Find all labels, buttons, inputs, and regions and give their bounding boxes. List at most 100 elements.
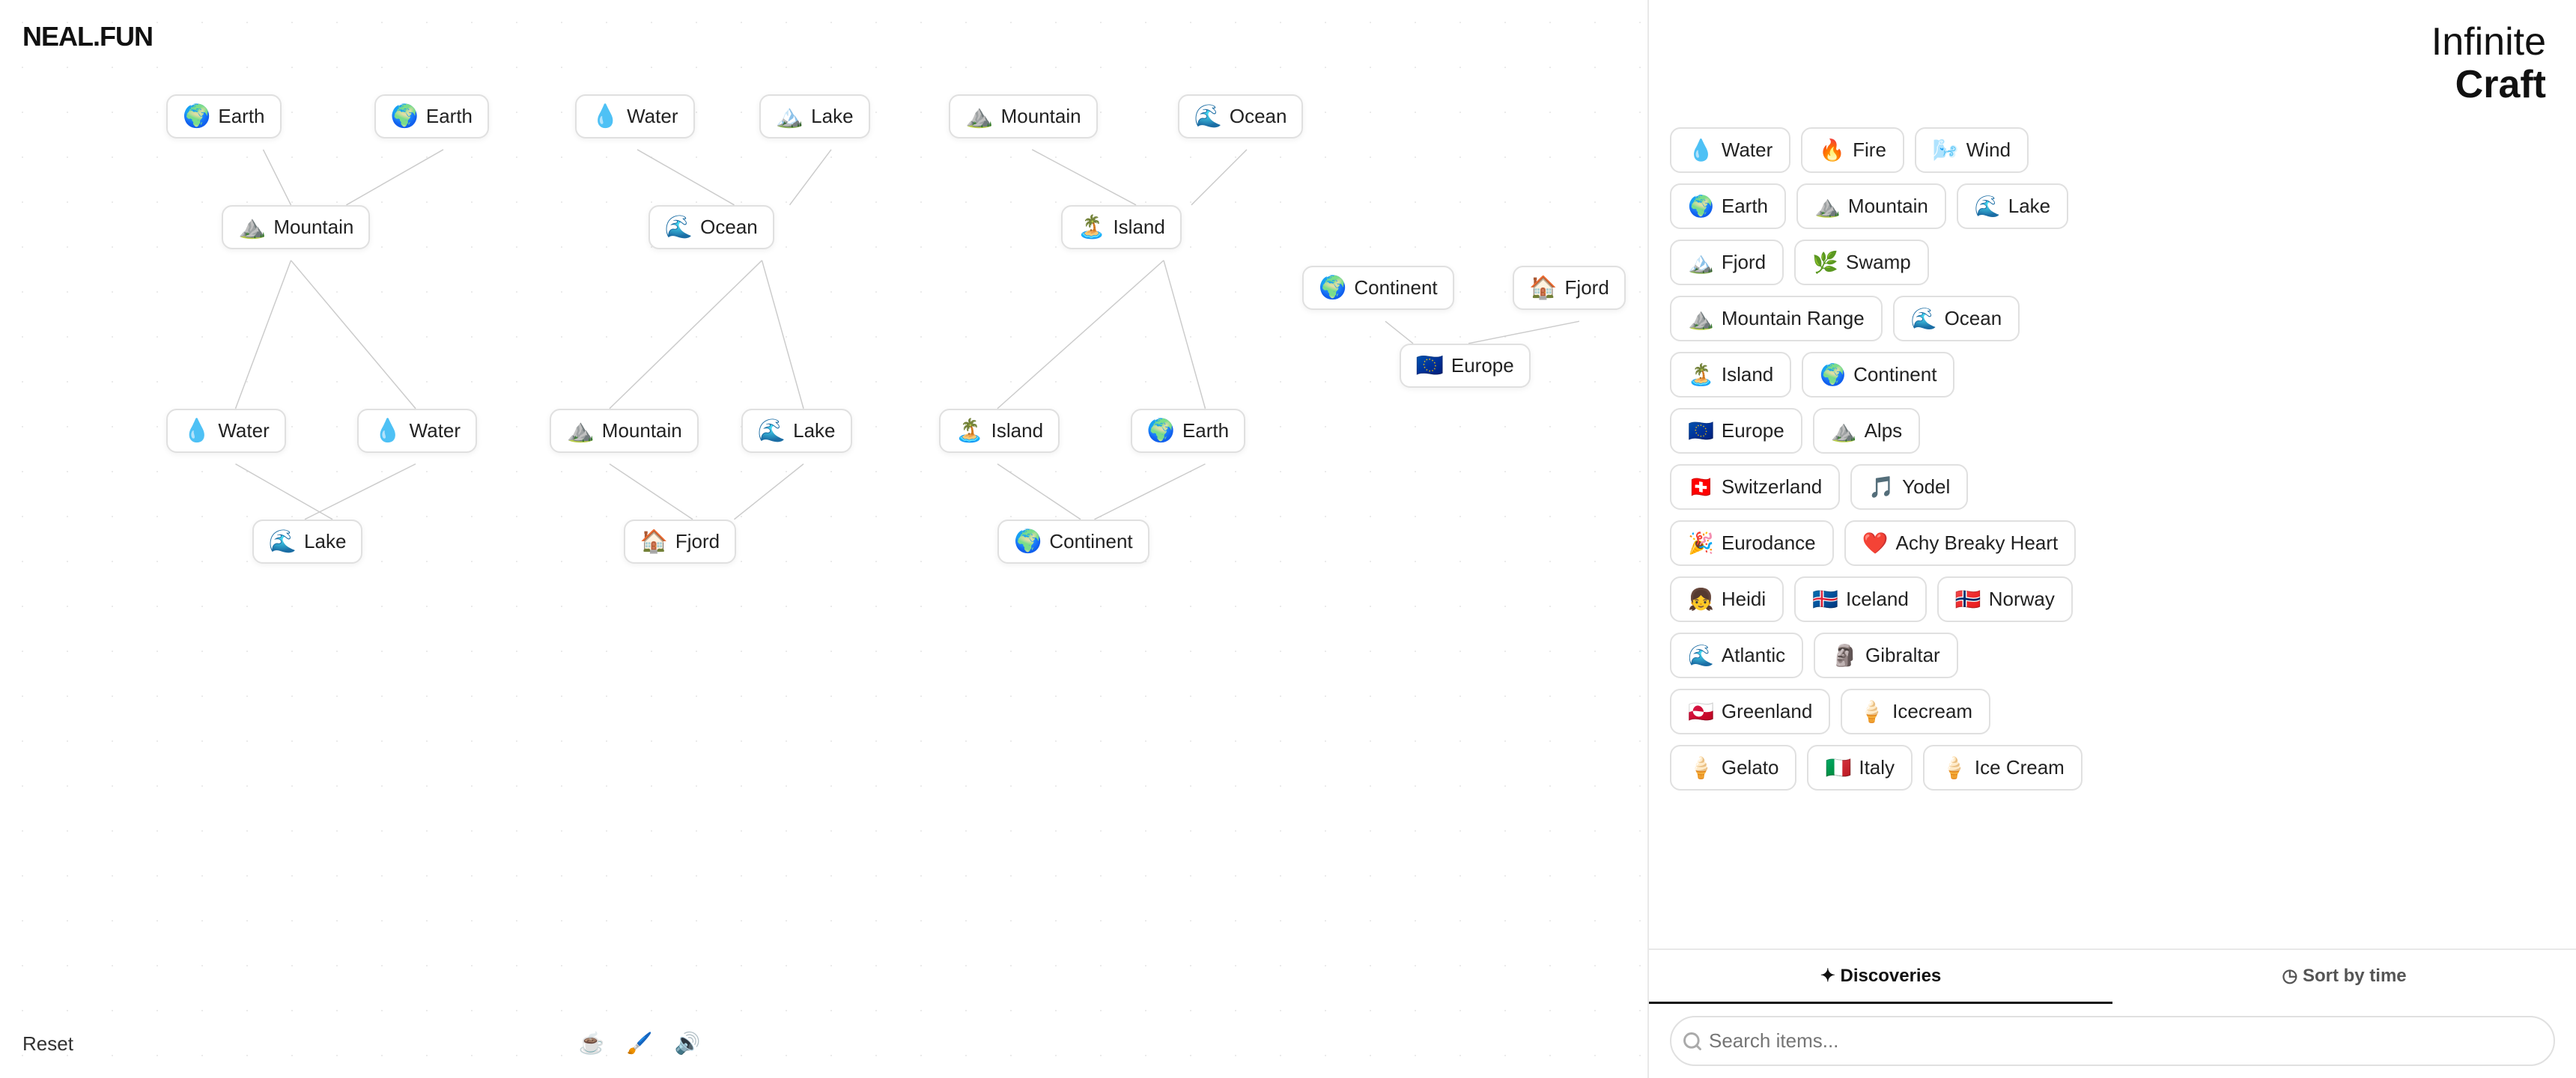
sidebar-item-6-0[interactable]: 🇨🇭Switzerland — [1670, 464, 1840, 510]
app-title: Infinite Craft — [1679, 21, 2546, 106]
sidebar-item-7-0[interactable]: 🎉Eurodance — [1670, 520, 1834, 566]
craft-card-c21[interactable]: 🇪🇺Europe — [1400, 344, 1531, 388]
sidebar-item-7-1[interactable]: ❤️Achy Breaky Heart — [1844, 520, 2077, 566]
sidebar-item-emoji: 🌊 — [1975, 194, 2001, 219]
card-label: Fjord — [1565, 276, 1609, 299]
sidebar-item-emoji: ⛰️ — [1688, 306, 1714, 331]
craft-card-c20[interactable]: 🌍Continent — [997, 520, 1149, 564]
search-input[interactable] — [1670, 1016, 2555, 1066]
sidebar-item-1-2[interactable]: 🌊Lake — [1957, 183, 2068, 229]
sidebar-item-label: Fire — [1853, 138, 1886, 162]
card-emoji: 🌍 — [391, 103, 419, 130]
sidebar-row-0: 💧Water 🔥 Fire 🌬️Wind — [1670, 127, 2555, 173]
sidebar-item-emoji: ⛰️ — [1831, 418, 1857, 443]
card-label: Lake — [811, 105, 853, 128]
sidebar-item-emoji: 💧 — [1688, 138, 1714, 162]
sidebar-item-emoji: 🎵 — [1868, 475, 1895, 499]
sidebar-item-3-1[interactable]: 🌊Ocean — [1893, 296, 2020, 341]
craft-card-c16[interactable]: 🏝️Island — [939, 409, 1060, 453]
sidebar-item-0-0[interactable]: 💧Water — [1670, 127, 1790, 173]
sidebar-item-label: Mountain Range — [1722, 307, 1865, 330]
sidebar-item-3-0[interactable]: ⛰️ Mountain Range — [1670, 296, 1883, 341]
sidebar-item-10-1[interactable]: 🍦Icecream — [1841, 689, 1990, 734]
craft-card-c18[interactable]: 🌊Lake — [252, 520, 363, 564]
card-label: Continent — [1354, 276, 1437, 299]
tab-discoveries[interactable]: ✦ Discoveries — [1649, 950, 2112, 1004]
craft-card-c10[interactable]: 🌍Continent — [1302, 266, 1454, 310]
sidebar-item-2-1[interactable]: 🌿Swamp — [1794, 240, 1929, 285]
tab-sort[interactable]: ◷ Sort by time — [2112, 950, 2576, 1004]
sidebar-item-1-1[interactable]: ⛰️Mountain — [1796, 183, 1946, 229]
sidebar-item-9-1[interactable]: 🗿Gibraltar — [1814, 633, 1958, 678]
sidebar-item-8-0[interactable]: 👧Heidi — [1670, 576, 1784, 622]
craft-card-c19[interactable]: 🏠Fjord — [624, 520, 737, 564]
craft-card-c5[interactable]: ⛰️Mountain — [949, 94, 1097, 138]
sidebar-item-0-2[interactable]: 🌬️Wind — [1915, 127, 2029, 173]
craft-card-c17[interactable]: 🌍Earth — [1131, 409, 1246, 453]
sidebar-item-4-0[interactable]: 🏝️Island — [1670, 352, 1791, 398]
craft-card-c2[interactable]: 🌍 Earth — [374, 94, 490, 138]
sidebar-row-7: 🎉Eurodance❤️Achy Breaky Heart — [1670, 520, 2555, 566]
card-label: Fjord — [675, 530, 720, 553]
craft-card-c13[interactable]: 💧Water — [357, 409, 477, 453]
sidebar-item-label: Icecream — [1892, 700, 1972, 723]
sidebar-item-5-0[interactable]: 🇪🇺Europe — [1670, 408, 1802, 454]
card-emoji: 🇪🇺 — [1416, 353, 1444, 379]
craft-card-c7[interactable]: ⛰️Mountain — [222, 205, 370, 249]
craft-card-c12[interactable]: 💧Water — [166, 409, 286, 453]
sidebar-item-0-1[interactable]: 🔥 Fire — [1801, 127, 1904, 173]
sidebar-row-6: 🇨🇭Switzerland 🎵 Yodel — [1670, 464, 2555, 510]
sidebar-item-6-1[interactable]: 🎵 Yodel — [1850, 464, 1968, 510]
sidebar-item-8-2[interactable]: 🇳🇴Norway — [1937, 576, 2073, 622]
card-emoji: 🌊 — [665, 214, 693, 240]
card-label: Mountain — [273, 216, 353, 239]
card-emoji: 🌊 — [269, 529, 297, 555]
craft-card-c11[interactable]: 🏠Fjord — [1513, 266, 1626, 310]
sidebar-row-8: 👧Heidi🇮🇸Iceland🇳🇴Norway — [1670, 576, 2555, 622]
sidebar-row-9: 🌊Atlantic🗿Gibraltar — [1670, 633, 2555, 678]
sidebar-item-label: Heidi — [1722, 588, 1766, 611]
card-label: Mountain — [1001, 105, 1081, 128]
craft-card-c14[interactable]: ⛰️Mountain — [550, 409, 698, 453]
craft-card-c4[interactable]: 🏔️ Lake — [759, 94, 870, 138]
sidebar-item-label: Fjord — [1722, 251, 1766, 274]
sidebar-item-label: Greenland — [1722, 700, 1812, 723]
sidebar-row-3: ⛰️ Mountain Range 🌊Ocean — [1670, 296, 2555, 341]
reset-button[interactable]: Reset — [22, 1032, 73, 1056]
sidebar-row-11: 🍦Gelato🇮🇹Italy🍦Ice Cream — [1670, 745, 2555, 791]
sidebar-item-11-0[interactable]: 🍦Gelato — [1670, 745, 1796, 791]
sidebar-item-5-1[interactable]: ⛰️Alps — [1813, 408, 1920, 454]
card-emoji: 🌍 — [1147, 418, 1175, 444]
sidebar-item-2-0[interactable]: 🏔️Fjord — [1670, 240, 1784, 285]
logo: NEAL.FUN — [22, 21, 153, 52]
sidebar-item-1-0[interactable]: 🌍Earth — [1670, 183, 1786, 229]
sound-icon[interactable]: 🔊 — [671, 1026, 704, 1059]
craft-card-c1[interactable]: 🌍Earth — [166, 94, 282, 138]
sidebar-item-label: Italy — [1859, 756, 1895, 779]
craft-card-c6[interactable]: 🌊Ocean — [1178, 94, 1304, 138]
card-label: Water — [218, 419, 269, 442]
craft-card-c15[interactable]: 🌊Lake — [741, 409, 852, 453]
sidebar-item-emoji: 🇬🇱 — [1688, 699, 1714, 724]
sidebar-item-9-0[interactable]: 🌊Atlantic — [1670, 633, 1803, 678]
craft-card-c3[interactable]: 💧Water — [575, 94, 695, 138]
sidebar-item-8-1[interactable]: 🇮🇸Iceland — [1794, 576, 1927, 622]
coffee-icon[interactable]: ☕ — [575, 1026, 608, 1059]
sidebar-item-label: Yodel — [1902, 475, 1950, 499]
sidebar-item-4-1[interactable]: 🌍Continent — [1802, 352, 1954, 398]
sidebar-item-11-1[interactable]: 🇮🇹Italy — [1807, 745, 1913, 791]
sidebar-item-10-0[interactable]: 🇬🇱 Greenland — [1670, 689, 1830, 734]
sidebar-item-emoji: 🌊 — [1688, 643, 1714, 668]
card-label: Earth — [426, 105, 473, 128]
sidebar-item-label: Ocean — [1945, 307, 2002, 330]
card-emoji: 🏔️ — [776, 103, 804, 130]
craft-card-c9[interactable]: 🏝️Island — [1061, 205, 1182, 249]
sidebar-item-label: Switzerland — [1722, 475, 1822, 499]
craft-canvas[interactable]: NEAL.FUN ☕ 🖌️ 🔊 Reset 🌍Earth🌍Earth💧Water… — [0, 0, 1647, 1078]
sidebar-item-label: Europe — [1722, 419, 1784, 442]
craft-card-c8[interactable]: 🌊Ocean — [648, 205, 774, 249]
sidebar-item-11-2[interactable]: 🍦Ice Cream — [1923, 745, 2083, 791]
tab-bar: ✦ Discoveries ◷ Sort by time — [1649, 950, 2576, 1004]
sidebar-item-emoji: 🔥 — [1819, 138, 1845, 162]
brush-icon[interactable]: 🖌️ — [623, 1026, 656, 1059]
